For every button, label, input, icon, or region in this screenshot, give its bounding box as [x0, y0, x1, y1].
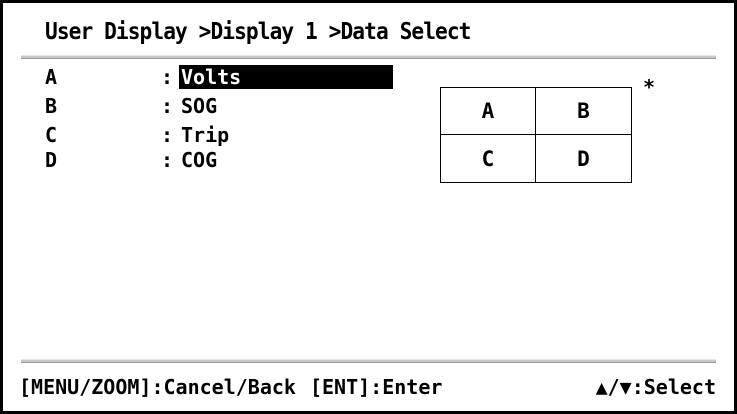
header-divider: [21, 55, 716, 59]
data-row-c[interactable]: C : Trip: [45, 123, 231, 147]
row-value[interactable]: COG: [179, 148, 219, 172]
key-guide-left: [MENU/ZOOM]:Cancel/Back [ENT]:Enter: [19, 375, 442, 399]
layout-cell-b: B: [536, 88, 631, 135]
select-hint: :Select: [631, 375, 716, 399]
row-value[interactable]: SOG: [179, 94, 219, 118]
row-colon: :: [161, 148, 174, 172]
ent-key-label: [ENT]: [309, 375, 371, 399]
row-key: C: [45, 123, 58, 147]
layout-preview-grid: A B C D: [440, 87, 632, 183]
row-colon: :: [161, 94, 174, 118]
layout-cell-c: C: [441, 135, 536, 182]
data-row-a[interactable]: A : Volts: [45, 65, 393, 89]
data-row-d[interactable]: D : COG: [45, 148, 219, 172]
row-key: A: [45, 65, 58, 89]
layout-cell-a: A: [441, 88, 536, 135]
cancel-back-hint: :Cancel/Back: [151, 375, 296, 399]
up-down-arrows-icon: ▲/▼: [595, 375, 632, 399]
layout-cell-d: D: [577, 146, 590, 171]
display-screen: User Display >Display 1 >Data Select A :…: [0, 0, 737, 414]
breadcrumb: User Display >Display 1 >Data Select: [45, 19, 471, 45]
row-colon: :: [161, 123, 174, 147]
enter-hint: :Enter: [370, 375, 443, 399]
footer-divider: [21, 359, 716, 363]
changed-marker: *: [643, 75, 656, 99]
row-value[interactable]: Trip: [179, 123, 231, 147]
menu-zoom-key-label: [MENU/ZOOM]: [19, 375, 152, 399]
data-row-b[interactable]: B : SOG: [45, 94, 219, 118]
key-guide: [MENU/ZOOM]:Cancel/Back [ENT]:Enter ▲/▼:S…: [19, 375, 716, 405]
row-key: D: [45, 148, 58, 172]
row-value-selected[interactable]: Volts: [179, 65, 393, 89]
row-key: B: [45, 94, 58, 118]
row-colon: :: [161, 65, 174, 89]
key-guide-right: ▲/▼:Select: [596, 375, 716, 399]
